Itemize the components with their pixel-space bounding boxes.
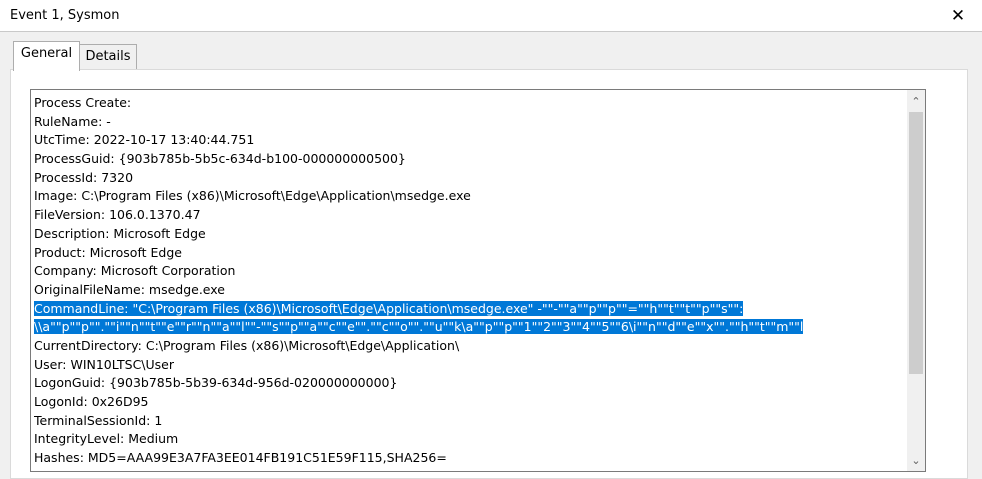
chevron-down-icon: ⌄ — [911, 453, 921, 467]
selected-text-line: \\a""p""p"".""i""n""t""e""r""n""a""l""-"… — [34, 318, 904, 337]
event-text-line: Process Create: — [34, 95, 132, 110]
event-text-line: RuleName: - — [34, 113, 111, 129]
scroll-down-button[interactable]: ⌄ — [907, 451, 925, 469]
chevron-up-icon: ⌃ — [911, 94, 921, 108]
event-text-line: Company: Microsoft Corporation — [34, 263, 236, 279]
event-text-line: LogonGuid: {903b785b-5b39-634d-956d-0200… — [34, 375, 398, 391]
selected-text-line: CommandLine: "C:\Program Files (x86)\Mic… — [34, 300, 904, 319]
scrollbar-thumb[interactable] — [909, 112, 923, 374]
event-text-line: User: WIN10LTSC\User — [34, 356, 175, 372]
event-text-line: IntegrityLevel: Medium — [34, 431, 179, 447]
event-text-line: ProcessGuid: {903b785b-5b5c-634d-b100-00… — [34, 151, 406, 167]
tab-details-label: Details — [85, 49, 131, 64]
event-text-line: ProcessId: 7320 — [34, 169, 134, 185]
event-text-line: CurrentDirectory: C:\Program Files (x86)… — [34, 337, 460, 353]
title-bar: Event 1, Sysmon ✕ — [0, 0, 982, 32]
event-text-line: Description: Microsoft Edge — [34, 225, 206, 241]
event-description-textbox[interactable]: Process Create: RuleName: - UtcTime: 202… — [30, 89, 926, 472]
event-text-line: Product: Microsoft Edge — [34, 244, 182, 260]
event-text-lines: Process Create: RuleName: - UtcTime: 202… — [34, 94, 904, 468]
scroll-up-button[interactable]: ⌃ — [907, 92, 925, 110]
event-text-line: LogonId: 0x26D95 — [34, 394, 149, 409]
tab-general-label: General — [20, 46, 73, 61]
tab-general[interactable]: General — [13, 41, 80, 71]
event-text-line: UtcTime: 2022-10-17 13:40:44.751 — [34, 132, 255, 148]
event-text-line: FileVersion: 106.0.1370.47 — [34, 207, 201, 223]
window-title: Event 1, Sysmon — [10, 8, 120, 23]
selected-commandline-text: CommandLine: "C:\Program Files (x86)\Mic… — [34, 300, 744, 316]
selected-commandline-text: \\a""p""p"".""i""n""t""e""r""n""a""l""-"… — [34, 319, 804, 335]
tab-details[interactable]: Details — [80, 44, 137, 70]
event-text-line: OriginalFileName: msedge.exe — [34, 281, 225, 297]
close-button[interactable]: ✕ — [946, 4, 970, 28]
event-text-line: Hashes: MD5=AAA99E3A7FA3EE014FB191C51E59… — [34, 450, 447, 466]
close-icon: ✕ — [950, 6, 966, 26]
vertical-scrollbar[interactable]: ⌃ ⌄ — [907, 90, 925, 471]
event-text-line: Image: C:\Program Files (x86)\Microsoft\… — [34, 188, 471, 204]
event-text-line: TerminalSessionId: 1 — [34, 412, 163, 428]
